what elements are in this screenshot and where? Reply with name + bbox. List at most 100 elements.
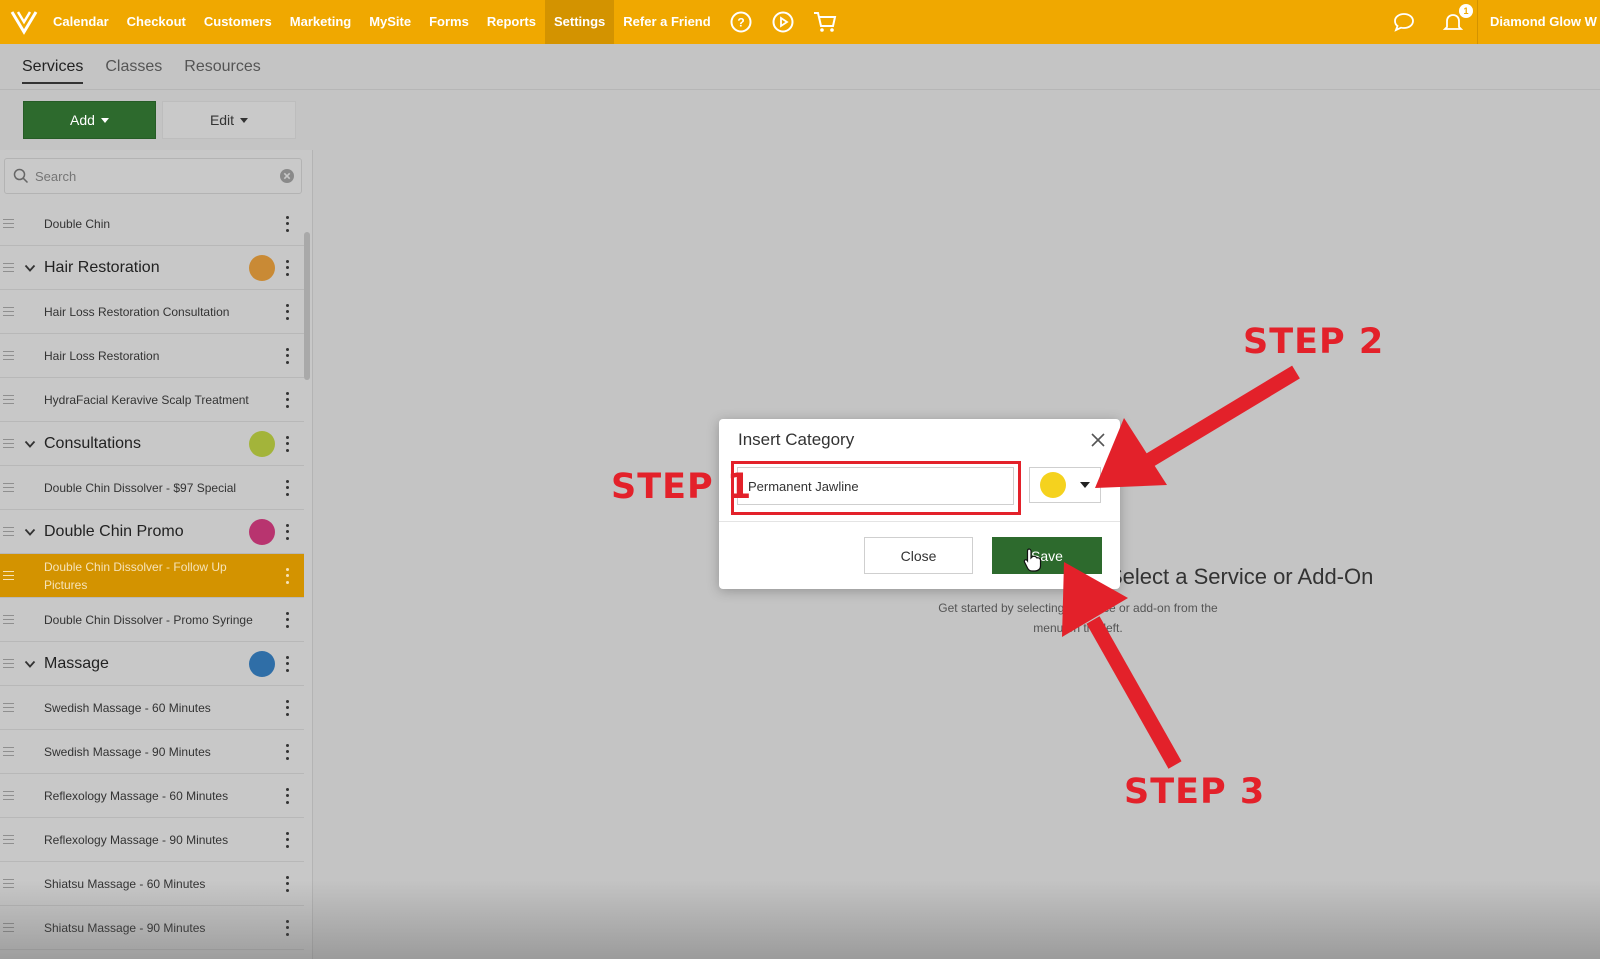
more-options-icon[interactable] <box>282 875 292 892</box>
service-row[interactable]: Hair Loss Restoration <box>0 334 304 378</box>
chevron-down-icon[interactable] <box>24 526 36 538</box>
service-row[interactable]: HydraFacial Keravive Scalp Treatment <box>0 378 304 422</box>
nav-forms[interactable]: Forms <box>420 0 478 44</box>
play-video-icon[interactable] <box>771 0 795 44</box>
nav-checkout[interactable]: Checkout <box>118 0 195 44</box>
service-row[interactable]: Double Chin Dissolver - $97 Special <box>0 466 304 510</box>
drag-handle-icon[interactable] <box>3 570 14 581</box>
more-options-icon[interactable] <box>282 699 292 716</box>
nav-calendar[interactable]: Calendar <box>44 0 118 44</box>
row-label: Hair Restoration <box>44 258 160 276</box>
search-input[interactable] <box>33 167 279 185</box>
sidebar-scrollbar[interactable] <box>304 232 310 380</box>
help-icon[interactable]: ? <box>729 0 753 44</box>
service-row[interactable]: Swedish Massage - 60 Minutes <box>0 686 304 730</box>
more-options-icon[interactable] <box>282 787 292 804</box>
nav-mysite[interactable]: MySite <box>360 0 420 44</box>
row-label: Hair Loss Restoration Consultation <box>44 304 230 319</box>
dialog-title: Insert Category <box>738 430 855 449</box>
drag-handle-icon[interactable] <box>3 790 14 801</box>
more-options-icon[interactable] <box>282 259 292 276</box>
row-label: Swedish Massage - 60 Minutes <box>44 700 211 715</box>
drag-handle-icon[interactable] <box>3 614 14 625</box>
drag-handle-icon[interactable] <box>3 834 14 845</box>
row-label: Shiatsu Massage - 90 Minutes <box>44 920 206 935</box>
category-row[interactable]: Hair Restoration <box>0 246 304 290</box>
business-name[interactable]: Diamond Glow W <box>1477 0 1600 44</box>
more-options-icon[interactable] <box>282 655 292 672</box>
more-options-icon[interactable] <box>282 347 292 364</box>
more-options-icon[interactable] <box>282 611 292 628</box>
drag-handle-icon[interactable] <box>3 746 14 757</box>
chevron-down-icon[interactable] <box>24 438 36 450</box>
notifications-bell-icon[interactable]: 1 <box>1441 0 1473 44</box>
more-options-icon[interactable] <box>282 831 292 848</box>
category-row[interactable]: Consultations <box>0 422 304 466</box>
tab-classes[interactable]: Classes <box>105 58 162 84</box>
more-options-icon[interactable] <box>282 479 292 496</box>
nav-customers[interactable]: Customers <box>195 0 281 44</box>
row-label: Massage <box>44 654 109 672</box>
drag-handle-icon[interactable] <box>3 218 14 229</box>
drag-handle-icon[interactable] <box>3 350 14 361</box>
category-color-dropdown[interactable] <box>1029 467 1101 503</box>
search-box <box>4 158 302 194</box>
chevron-down-icon[interactable] <box>24 262 36 274</box>
service-row[interactable]: Double Chin Dissolver - Follow Up Pictur… <box>0 554 304 598</box>
empty-state-title: Select a Service or Add-On <box>1108 564 1374 589</box>
drag-handle-icon[interactable] <box>3 306 14 317</box>
drag-handle-icon[interactable] <box>3 482 14 493</box>
save-button[interactable]: Save <box>992 537 1102 574</box>
chevron-down-icon[interactable] <box>24 658 36 670</box>
service-row[interactable]: Double Chin <box>0 202 304 246</box>
drag-handle-icon[interactable] <box>3 438 14 449</box>
nav-marketing[interactable]: Marketing <box>281 0 360 44</box>
step3-label: STEP 3 <box>1124 772 1266 812</box>
edit-button[interactable]: Edit <box>162 101 296 139</box>
drag-handle-icon[interactable] <box>3 262 14 273</box>
nav-reports[interactable]: Reports <box>478 0 545 44</box>
more-options-icon[interactable] <box>282 567 292 584</box>
drag-handle-icon[interactable] <box>3 394 14 405</box>
close-icon[interactable] <box>1090 432 1106 448</box>
service-row[interactable]: Reflexology Massage - 60 Minutes <box>0 774 304 818</box>
clear-search-icon[interactable] <box>279 168 295 184</box>
service-row[interactable]: Swedish Massage - 90 Minutes <box>0 730 304 774</box>
drag-handle-icon[interactable] <box>3 702 14 713</box>
search-icon <box>13 168 29 184</box>
more-options-icon[interactable] <box>282 919 292 936</box>
notification-count-badge: 1 <box>1459 4 1473 18</box>
service-row[interactable]: Shiatsu Massage - 90 Minutes <box>0 906 304 950</box>
service-row[interactable]: Hair Loss Restoration Consultation <box>0 290 304 334</box>
cart-icon[interactable] <box>813 0 837 44</box>
more-options-icon[interactable] <box>282 303 292 320</box>
more-options-icon[interactable] <box>282 435 292 452</box>
caret-down-icon <box>240 117 249 123</box>
category-color-dot <box>249 430 275 457</box>
nav-refer-a-friend[interactable]: Refer a Friend <box>614 0 719 44</box>
more-options-icon[interactable] <box>282 523 292 540</box>
more-options-icon[interactable] <box>282 391 292 408</box>
category-row[interactable]: Massage <box>0 642 304 686</box>
more-options-icon[interactable] <box>282 215 292 232</box>
drag-handle-icon[interactable] <box>3 658 14 669</box>
color-swatch <box>1040 472 1066 498</box>
close-button[interactable]: Close <box>864 537 973 574</box>
tab-services[interactable]: Services <box>22 58 84 84</box>
service-row[interactable]: Reflexology Massage - 90 Minutes <box>0 818 304 862</box>
step3-arrow-icon <box>1062 562 1182 769</box>
chat-icon[interactable] <box>1392 0 1416 44</box>
category-row[interactable]: Double Chin Promo <box>0 510 304 554</box>
nav-settings[interactable]: Settings <box>544 0 615 44</box>
dialog-divider <box>719 521 1120 522</box>
tab-resources[interactable]: Resources <box>184 58 260 84</box>
drag-handle-icon[interactable] <box>3 922 14 933</box>
more-options-icon[interactable] <box>282 743 292 760</box>
row-label: Swedish Massage - 90 Minutes <box>44 744 211 759</box>
drag-handle-icon[interactable] <box>3 526 14 537</box>
vagaro-logo-icon[interactable] <box>4 0 44 44</box>
service-row[interactable]: Shiatsu Massage - 60 Minutes <box>0 862 304 906</box>
drag-handle-icon[interactable] <box>3 878 14 889</box>
add-button[interactable]: Add <box>23 101 156 139</box>
service-row[interactable]: Double Chin Dissolver - Promo Syringe <box>0 598 304 642</box>
